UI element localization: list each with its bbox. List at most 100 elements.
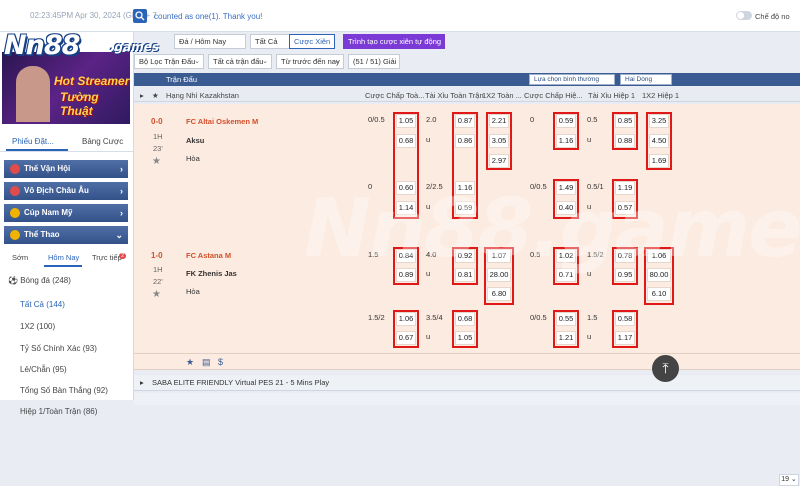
scroll-top-button[interactable]: ⤒	[652, 355, 679, 382]
highlight-box	[484, 247, 514, 305]
olympics-icon	[10, 164, 20, 174]
collapse-icon[interactable]: ▸	[140, 91, 144, 100]
soccer-label: Bóng đá (248)	[20, 276, 71, 285]
highlight-box	[553, 112, 579, 150]
favorite-star-icon[interactable]: ★	[152, 156, 161, 167]
sport-time-tabs: Sớm Hôm Nay Trực tiếp 2	[4, 250, 128, 267]
league-name: SABA ELITE FRIENDLY Virtual PES 21 - 5 M…	[152, 378, 330, 387]
highlight-box	[612, 179, 638, 219]
hot-streamer-banner[interactable]: Hot Streamer Tường Thuật	[2, 52, 130, 124]
dollar-icon[interactable]: $	[218, 357, 228, 367]
col-handicap: Cược Chấp Toà...	[365, 91, 425, 100]
tab-live[interactable]: Trực tiếp	[92, 253, 122, 262]
banner-line1: Hot Streamer	[54, 74, 130, 88]
league-name[interactable]: Hạng Nhì Kazakhstan	[166, 91, 239, 100]
left-sidebar: Hot Streamer Tường Thuật Phiếu Đặt... Bả…	[0, 32, 134, 416]
under-label: u	[426, 135, 431, 144]
live-badge: 2	[118, 253, 126, 259]
menu-label: Thể Thao	[24, 230, 60, 239]
chevron-down-icon: ⌄	[115, 230, 123, 240]
highlight-box	[452, 112, 478, 219]
market-item[interactable]: 1X2 (100)	[20, 322, 55, 331]
highlight-box	[644, 247, 674, 305]
highlight-box	[393, 247, 419, 285]
under-label: u	[426, 332, 431, 341]
chevron-icon: ›	[120, 208, 123, 218]
market-item[interactable]: Lẻ/Chẵn (95)	[20, 365, 67, 374]
sports-icon	[10, 230, 20, 240]
tab-underline	[6, 149, 68, 151]
market-item[interactable]: Tổng Số Bàn Thắng (92)	[20, 386, 108, 395]
highlight-box	[612, 247, 638, 285]
col-1h-1x2: 1X2 Hiệp 1	[642, 91, 680, 100]
sort-value: Từ trước đến nay	[281, 57, 340, 66]
tab-bet-slip[interactable]: Phiếu Đặt...	[12, 137, 54, 146]
highlight-box	[452, 247, 478, 285]
star-icon[interactable]: ★	[152, 91, 159, 100]
search-icon[interactable]	[133, 9, 147, 23]
highlight-box	[553, 179, 579, 219]
menu-copa[interactable]: Cúp Nam Mỹ ›	[4, 204, 128, 222]
handicap-line: 0/0.5	[368, 115, 385, 124]
home-team: FC Altai Oskemen M	[186, 117, 259, 126]
euro-icon	[10, 186, 20, 196]
col-1h-handicap: Cược Chấp Hiệ...	[524, 91, 583, 100]
market-item[interactable]: Tất Cả (144)	[20, 300, 65, 309]
row-view-select[interactable]: Hai Dòng	[620, 74, 672, 85]
stats-icon[interactable]: ▤	[202, 357, 212, 367]
highlight-box	[452, 310, 478, 348]
match-footer: ★ ▤ $	[134, 354, 800, 370]
announcement-text: counted as one(1). Thank you!	[154, 12, 263, 21]
menu-sports[interactable]: Thể Thao ⌄	[4, 226, 128, 244]
home-team: FC Astana M	[186, 251, 232, 260]
match-minute: 23'	[153, 144, 163, 153]
league-row[interactable]: ▸ SABA ELITE FRIENDLY Virtual PES 21 - 5…	[134, 375, 800, 391]
ou-line: 3.5/4	[426, 313, 443, 322]
logo-suffix: .games	[110, 40, 160, 54]
matches-select[interactable]: Tất cả trận đấu ⌄	[208, 54, 272, 69]
market-item[interactable]: Tỷ Số Chính Xác (93)	[20, 344, 97, 353]
chevron-down-icon: ⌄	[262, 58, 268, 65]
away-team: FK Zhenis Jas	[186, 269, 237, 278]
sort-select[interactable]: Từ trước đến nay ⌄	[276, 54, 344, 69]
more-bets-value: 19	[781, 476, 789, 483]
match-score: 1-0	[151, 251, 163, 260]
league-row-next	[134, 393, 800, 405]
favorite-star-icon[interactable]: ★	[186, 357, 196, 367]
tab-early[interactable]: Sớm	[12, 253, 28, 262]
highlight-box	[486, 112, 512, 170]
ou-line: 2/2.5	[426, 182, 443, 191]
tab-underline	[44, 265, 82, 267]
match-half: 1H	[153, 265, 163, 274]
market-item[interactable]: Hiệp 1/Toàn Trận (86)	[20, 407, 97, 416]
date-button[interactable]: Đá / Hôm Nay	[174, 34, 246, 49]
top-bar: 02:23:45PM Apr 30, 2024 (GMT + 7 counted…	[0, 0, 800, 32]
chevron-down-icon: ⌄	[194, 58, 200, 65]
ou-line: 2.0	[426, 115, 437, 124]
parlay-button[interactable]: Cược Xiên	[289, 34, 335, 49]
highlight-box	[393, 310, 419, 348]
collapse-icon[interactable]: ▸	[140, 378, 144, 387]
night-mode-label: Chế độ no	[755, 12, 790, 21]
league-count-select[interactable]: (51 / 51) Giải	[348, 54, 400, 69]
auto-parlay-button[interactable]: Trình tạo cược xiên tự động	[343, 34, 445, 49]
more-bets-count[interactable]: 19 ⌄	[779, 474, 799, 486]
banner-line2: Tường Thuật	[60, 90, 99, 118]
night-mode-toggle[interactable]	[736, 11, 752, 20]
draw-label: Hòa	[186, 287, 200, 296]
favorite-star-icon[interactable]: ★	[152, 289, 161, 300]
tab-bet-list[interactable]: Bảng Cược	[82, 137, 123, 146]
menu-euro[interactable]: Vô Địch Châu Âu ›	[4, 182, 128, 200]
col-over-under: Tài Xỉu Toàn Trận	[425, 91, 484, 100]
col-1x2: 1X2 Toàn ...	[482, 91, 522, 100]
odds-view-select[interactable]: Lựa chọn bình thường	[529, 74, 615, 85]
logo-brand: Nn88	[4, 30, 80, 61]
logo: Nn88 .games	[4, 30, 184, 62]
under-label: u	[426, 202, 431, 211]
column-header: ▸ ★ Hạng Nhì Kazakhstan Cược Chấp Toà...…	[134, 89, 800, 102]
menu-label: Cúp Nam Mỹ	[24, 208, 73, 217]
soccer-item[interactable]: ⚽ Bóng đá (248)	[8, 276, 71, 285]
menu-olympics[interactable]: Thế Vận Hội ›	[4, 160, 128, 178]
menu-label: Thế Vận Hội	[24, 164, 71, 173]
tab-today[interactable]: Hôm Nay	[48, 253, 79, 262]
